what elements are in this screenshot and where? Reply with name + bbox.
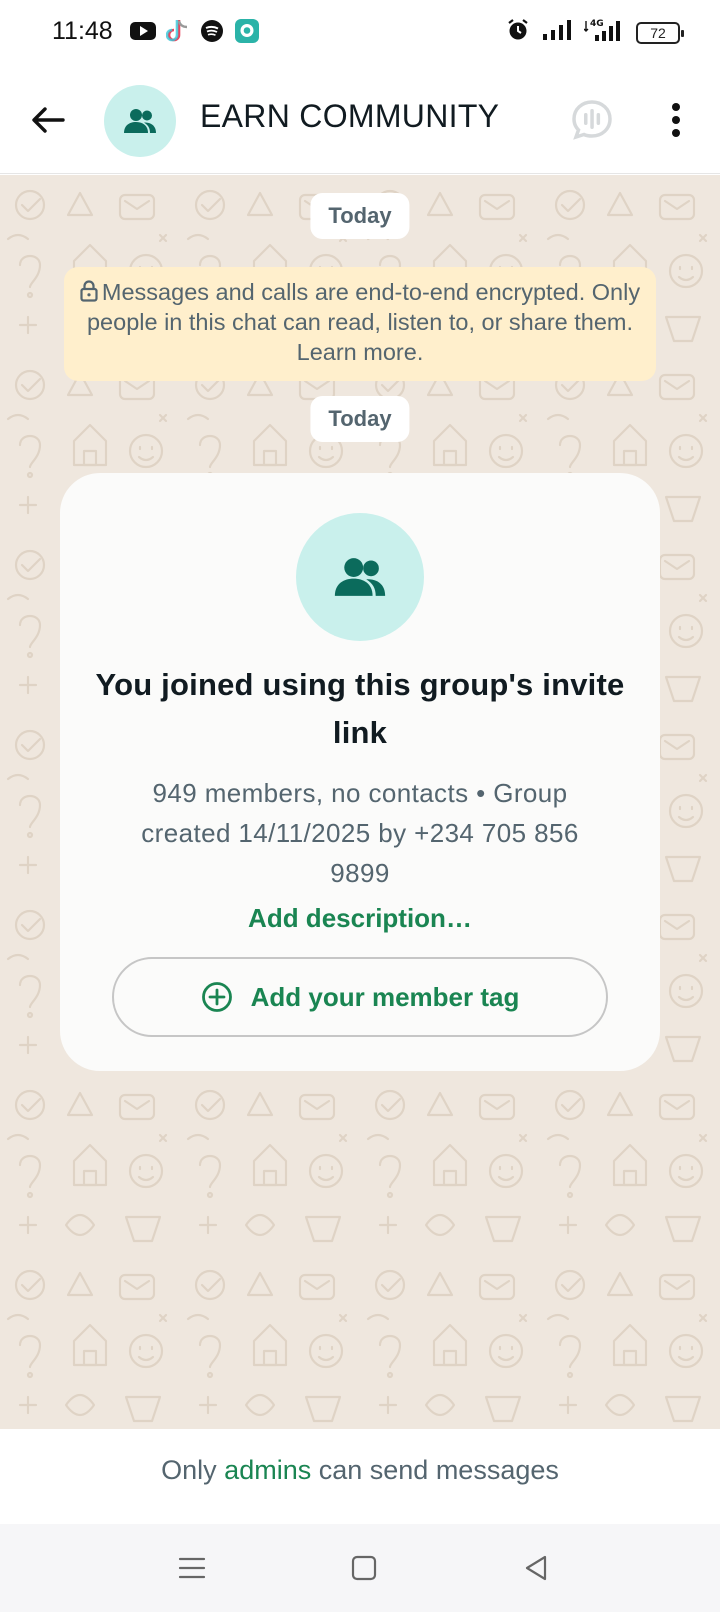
voice-chat-icon	[572, 100, 612, 140]
battery-icon: 72	[636, 21, 684, 44]
join-message-heading: You joined using this group's invite lin…	[95, 667, 625, 750]
chat-header: EARN COMMUNITY	[0, 66, 720, 174]
back-button[interactable]	[24, 96, 72, 144]
group-meta-text: 949 members, no contacts • Group created…	[141, 778, 579, 888]
back-triangle-icon	[525, 1555, 547, 1581]
admin-only-notice: Only admins can send messages	[0, 1429, 720, 1524]
nav-home-button[interactable]	[344, 1550, 384, 1586]
add-circle-icon	[201, 982, 232, 1012]
add-description-link[interactable]: Add description…	[60, 903, 660, 934]
system-nav-bar	[0, 1524, 720, 1612]
encryption-notice[interactable]: Messages and calls are end-to-end encryp…	[64, 267, 656, 381]
group-avatar[interactable]	[104, 85, 176, 157]
youtube-icon	[130, 21, 156, 46]
group-avatar-icon	[124, 109, 156, 133]
add-member-tag-label: Add your member tag	[250, 981, 520, 1012]
signal-4g-icon: 4G	[583, 18, 624, 47]
notification-icons	[130, 18, 260, 49]
voice-chat-button[interactable]	[568, 96, 616, 144]
add-member-tag-button[interactable]: Add your member tag	[112, 957, 608, 1037]
nav-back-button[interactable]	[516, 1550, 556, 1586]
admins-link[interactable]: admins	[224, 1455, 311, 1485]
group-icon	[334, 558, 386, 596]
admin-notice-prefix: Only	[161, 1455, 217, 1485]
chat-app-icon	[234, 18, 260, 49]
spotify-icon	[200, 19, 224, 48]
encryption-notice-text: Messages and calls are end-to-end encryp…	[86, 279, 641, 365]
group-info-avatar	[296, 513, 424, 641]
nav-menu-button[interactable]	[172, 1550, 212, 1586]
tiktok-icon	[165, 18, 190, 49]
home-square-icon	[351, 1555, 377, 1581]
status-time: 11:48	[52, 17, 113, 45]
alarm-icon	[506, 18, 530, 47]
back-arrow-icon	[32, 107, 65, 133]
group-info-card: You joined using this group's invite lin…	[60, 473, 660, 1071]
chat-area[interactable]: Today Messages and calls are end-to-end …	[0, 175, 720, 1429]
lock-icon	[80, 280, 98, 302]
signal-icon	[542, 19, 572, 46]
more-vert-icon	[672, 103, 680, 137]
more-options-button[interactable]	[656, 96, 696, 144]
menu-icon	[178, 1557, 206, 1579]
chat-title[interactable]: EARN COMMUNITY	[200, 98, 499, 135]
network-type-label: 4G	[590, 19, 604, 29]
status-bar: 11:48 4G 72	[0, 0, 720, 66]
date-divider: Today	[310, 193, 410, 239]
date-divider: Today	[310, 396, 410, 442]
system-icons: 4G 72	[506, 18, 684, 47]
admin-notice-suffix: can send messages	[318, 1455, 559, 1485]
